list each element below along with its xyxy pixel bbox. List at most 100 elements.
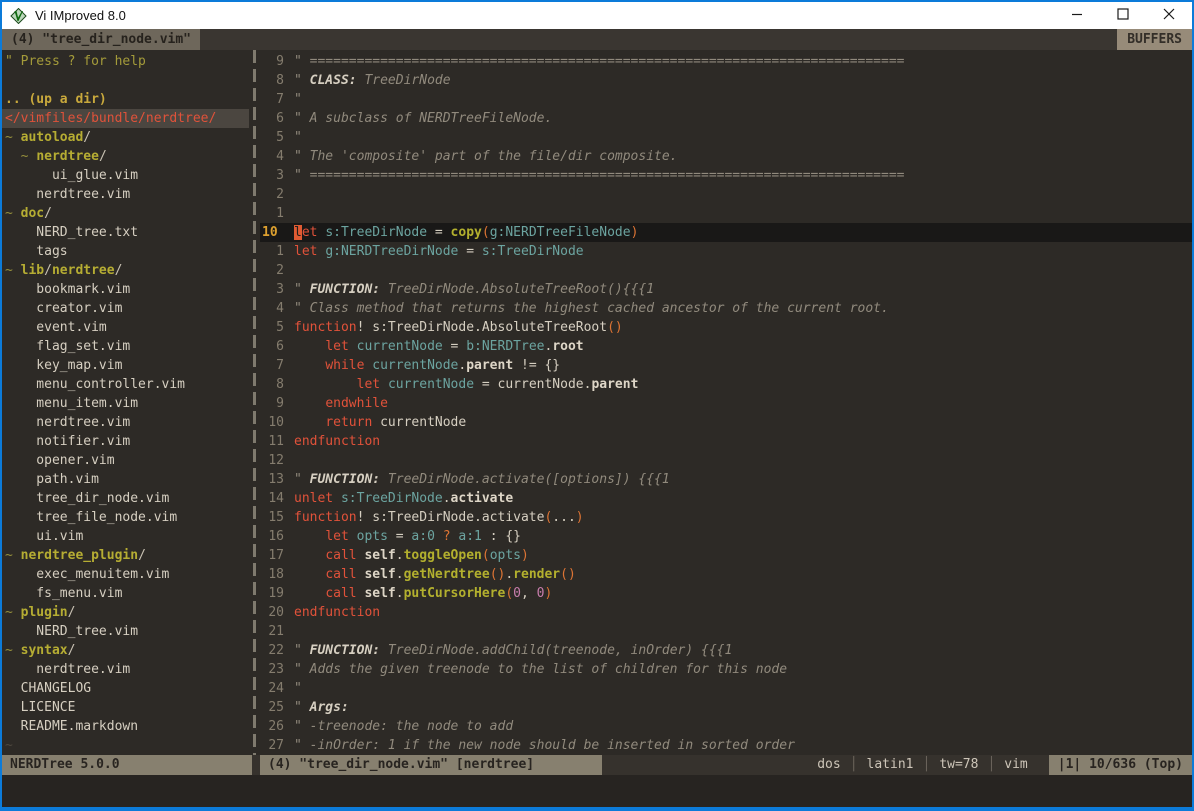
code-token [294, 548, 325, 563]
editor-line[interactable]: 26" -treenode: the node to add [260, 717, 1192, 736]
tree-file[interactable]: opener.vim [2, 451, 249, 470]
editor-line[interactable]: 25" Args: [260, 698, 1192, 717]
code-token: return [325, 415, 372, 430]
tab-tree-dir-node[interactable]: (4) "tree_dir_node.vim" [2, 29, 200, 50]
command-line[interactable] [2, 775, 1192, 807]
editor-line[interactable]: 9" =====================================… [260, 52, 1192, 71]
tree-file[interactable]: menu_controller.vim [2, 375, 249, 394]
tree-root-path[interactable]: </vimfiles/bundle/nerdtree/ [2, 109, 249, 128]
tree-dir-nerdtree[interactable]: ~ nerdtree/ [2, 147, 249, 166]
tree-file[interactable]: NERD_tree.txt [2, 223, 249, 242]
tree-file[interactable]: LICENCE [2, 698, 249, 717]
editor-line[interactable]: 4" Class method that returns the highest… [260, 299, 1192, 318]
code-text: " A subclass of NERDTreeFileNode. [294, 111, 552, 126]
editor-line[interactable]: 17 call self.toggleOpen(opts) [260, 546, 1192, 565]
tree-file[interactable]: nerdtree.vim [2, 185, 249, 204]
editor-line[interactable]: 13" FUNCTION: TreeDirNode.activate([opti… [260, 470, 1192, 489]
editor-line[interactable]: 9 endwhile [260, 394, 1192, 413]
editor-line[interactable]: 2 [260, 185, 1192, 204]
editor-line[interactable]: 7 while currentNode.parent != {} [260, 356, 1192, 375]
editor-line[interactable]: 1 [260, 204, 1192, 223]
editor-line[interactable]: 5" [260, 128, 1192, 147]
code-token: = [388, 529, 411, 544]
editor-line[interactable]: 5function! s:TreeDirNode.AbsoluteTreeRoo… [260, 318, 1192, 337]
tree-file[interactable]: menu_item.vim [2, 394, 249, 413]
maximize-button[interactable] [1100, 2, 1146, 29]
code-text: endfunction [294, 434, 380, 449]
tree-file[interactable]: fs_menu.vim [2, 584, 249, 603]
editor-line[interactable]: 27" -inOrder: 1 if the new node should b… [260, 736, 1192, 755]
tree-file[interactable]: creator.vim [2, 299, 249, 318]
tree-dir-nerdtree-plugin[interactable]: ~ nerdtree_plugin/ [2, 546, 249, 565]
code-token: activate [451, 491, 514, 506]
editor-line[interactable]: 8 let currentNode = currentNode.parent [260, 375, 1192, 394]
tree-file[interactable]: bookmark.vim [2, 280, 249, 299]
close-button[interactable] [1146, 2, 1192, 29]
tree-file[interactable]: notifier.vim [2, 432, 249, 451]
code-text: return currentNode [294, 415, 466, 430]
tree-file[interactable]: exec_menuitem.vim [2, 565, 249, 584]
tree-file[interactable]: ui.vim [2, 527, 249, 546]
editor-line[interactable]: 18 call self.getNerdtree().render() [260, 565, 1192, 584]
tree-file[interactable]: tree_dir_node.vim [2, 489, 249, 508]
code-token: opts [490, 548, 521, 563]
tree-file[interactable]: README.markdown [2, 717, 249, 736]
tree-file[interactable]: path.vim [2, 470, 249, 489]
tree-file[interactable]: NERD_tree.vim [2, 622, 249, 641]
editor-line[interactable]: 1let g:NERDTreeDirNode = s:TreeDirNode [260, 242, 1192, 261]
editor-line[interactable]: 21 [260, 622, 1192, 641]
editor-line[interactable]: 19 call self.putCursorHere(0, 0) [260, 584, 1192, 603]
editor-line[interactable]: 8" CLASS: TreeDirNode [260, 71, 1192, 90]
tree-dir-autoload[interactable]: ~ autoload/ [2, 128, 249, 147]
editor-line[interactable]: 7" [260, 90, 1192, 109]
code-token: tree_dir_node.vim [5, 491, 169, 506]
tree-dir-syntax[interactable]: ~ syntax/ [2, 641, 249, 660]
code-text: " The 'composite' part of the file/dir c… [294, 149, 678, 164]
editor-line[interactable]: 3" FUNCTION: TreeDirNode.AbsoluteTreeRoo… [260, 280, 1192, 299]
tree-file[interactable]: nerdtree.vim [2, 413, 249, 432]
code-token: " [294, 282, 310, 297]
tree-file[interactable]: tags [2, 242, 249, 261]
tree-dir-doc[interactable]: ~ doc/ [2, 204, 249, 223]
code-text: " FUNCTION: TreeDirNode.addChild(treenod… [294, 643, 732, 658]
buffers-label[interactable]: BUFFERS [1117, 29, 1192, 50]
code-token [294, 586, 325, 601]
minimize-button[interactable] [1054, 2, 1100, 29]
editor-line[interactable]: 2 [260, 261, 1192, 280]
editor-current-line[interactable]: 10let s:TreeDirNode = copy(g:NERDTreeFil… [260, 223, 1192, 242]
line-number: 15 [260, 508, 294, 527]
editor-line[interactable]: 12 [260, 451, 1192, 470]
tree-file[interactable]: key_map.vim [2, 356, 249, 375]
code-text: endfunction [294, 605, 380, 620]
tree-file[interactable]: event.vim [2, 318, 249, 337]
window-split-separator[interactable] [249, 50, 260, 755]
tree-file[interactable]: flag_set.vim [2, 337, 249, 356]
editor-line[interactable]: 16 let opts = a:0 ? a:1 : {} [260, 527, 1192, 546]
editor-line[interactable]: 11endfunction [260, 432, 1192, 451]
tree-up-dir[interactable]: .. (up a dir) [2, 90, 249, 109]
tree-file[interactable]: ui_glue.vim [2, 166, 249, 185]
statusline-item: latin1 [867, 755, 914, 775]
editor-line[interactable]: 10 return currentNode [260, 413, 1192, 432]
code-token: currentNode [357, 339, 443, 354]
tree-dir-lib-nerdtree[interactable]: ~ lib/nerdtree/ [2, 261, 249, 280]
code-token: FUNCTION: [310, 643, 380, 658]
editor-line[interactable]: 22" FUNCTION: TreeDirNode.addChild(treen… [260, 641, 1192, 660]
editor-line[interactable]: 14unlet s:TreeDirNode.activate [260, 489, 1192, 508]
tree-file[interactable]: nerdtree.vim [2, 660, 249, 679]
statusline-right-items: dos│latin1│tw=78│vim [808, 755, 1037, 775]
tree-file[interactable]: tree_file_node.vim [2, 508, 249, 527]
editor-line[interactable]: 23" Adds the given treenode to the list … [260, 660, 1192, 679]
editor-line[interactable]: 24" [260, 679, 1192, 698]
editor-line[interactable]: 20endfunction [260, 603, 1192, 622]
tree-file[interactable]: CHANGELOG [2, 679, 249, 698]
editor-line[interactable]: 15function! s:TreeDirNode.activate(...) [260, 508, 1192, 527]
editor-line[interactable]: 6 let currentNode = b:NERDTree.root [260, 337, 1192, 356]
editor-line[interactable]: 6" A subclass of NERDTreeFileNode. [260, 109, 1192, 128]
editor-line[interactable]: 4" The 'composite' part of the file/dir … [260, 147, 1192, 166]
code-token: autoload [21, 130, 84, 145]
tree-dir-plugin[interactable]: ~ plugin/ [2, 603, 249, 622]
code-token: currentNode [388, 377, 474, 392]
editor-line[interactable]: 3" =====================================… [260, 166, 1192, 185]
code-token: Args: [310, 700, 349, 715]
